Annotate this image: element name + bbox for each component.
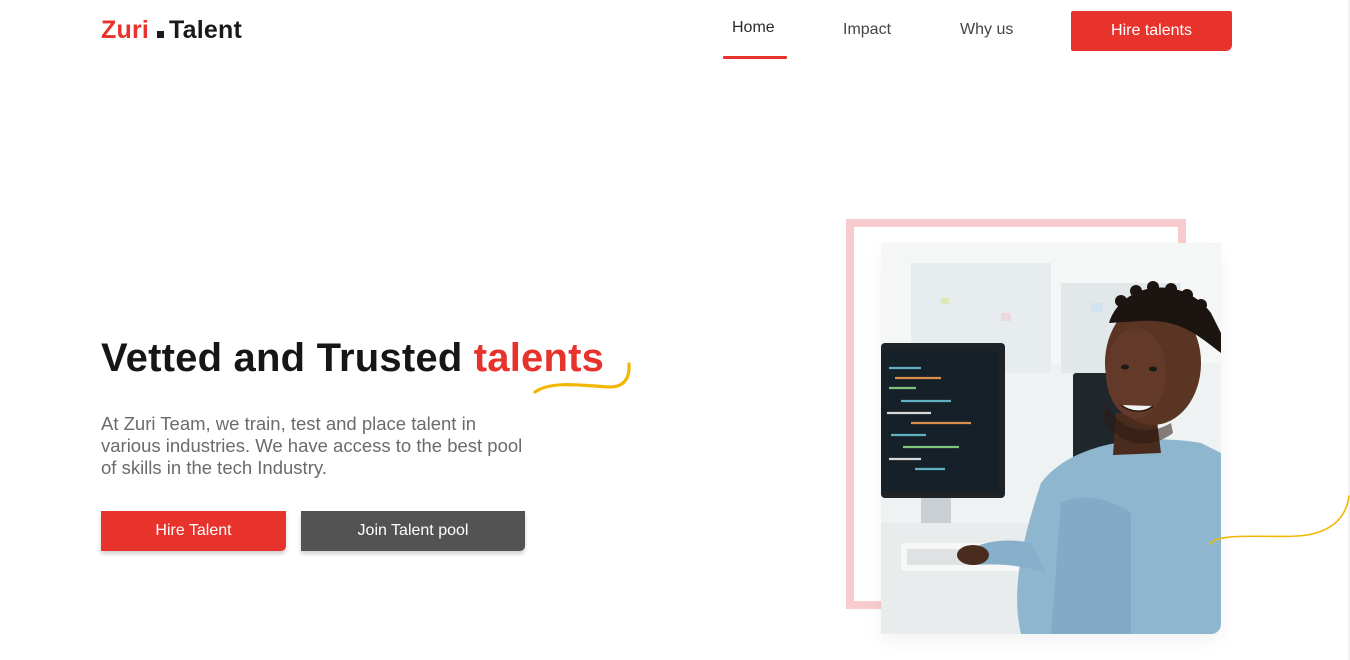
squiggle-underline-icon [533, 362, 631, 394]
join-talent-pool-button[interactable]: Join Talent pool [301, 511, 525, 551]
hero-title-main: Vetted and Trusted [101, 336, 463, 380]
decorative-curve-icon [1209, 495, 1350, 545]
logo-text-zuri: Zuri [101, 16, 150, 44]
hero-photo [881, 243, 1221, 634]
hero-description: At Zuri Team, we train, test and place t… [101, 413, 523, 478]
nav-item-home[interactable]: Home [732, 17, 775, 39]
nav-item-impact[interactable]: Impact [843, 19, 891, 41]
hire-talent-button[interactable]: Hire Talent [101, 511, 286, 551]
nav-item-why-us[interactable]: Why us [960, 19, 1013, 41]
landing-page: Zuri Talent Home Impact Why us Hire tale… [0, 0, 1350, 660]
active-nav-indicator [723, 56, 787, 59]
logo[interactable]: Zuri Talent [101, 14, 242, 46]
logo-square-icon [157, 31, 165, 38]
hire-talents-button[interactable]: Hire talents [1071, 11, 1232, 51]
developer-illustration [881, 243, 1221, 634]
logo-text-talent: Talent [169, 16, 242, 44]
hero-title: Vetted and Trusted talents [101, 333, 604, 383]
